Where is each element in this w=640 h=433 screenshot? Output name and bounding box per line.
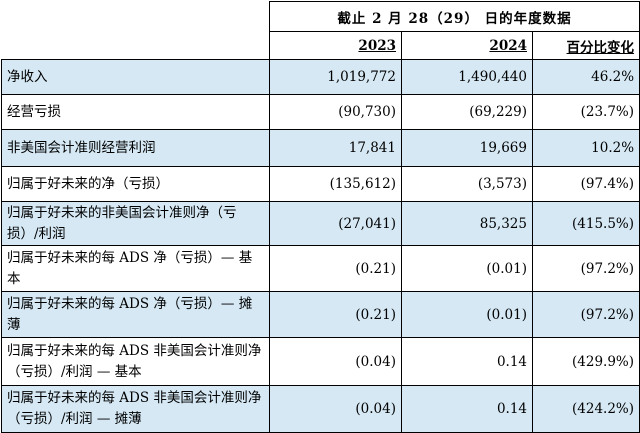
table-row: 归属于好未来的每 ADS 非美国会计准则净（亏损）/利润 — 基本 (0.04) 0… [1,337,640,386]
value-2024: 0.14 [401,385,533,433]
table-row: 经营亏损 (90,730) (69,229) (23.7%) [1,94,640,130]
row-label: 归属于好未来的每 ADS 非美国会计准则净（亏损）/利润 — 基本 [1,337,270,386]
value-pct-change: 10.2% [531,129,640,167]
value-2024: 19,669 [401,129,533,167]
table-row: 归属于好未来的每 ADS 净（亏损）— 基本 (0.21) (0.01) (97.2%… [1,245,640,292]
value-2024: (0.01) [401,291,533,338]
value-2023: (90,730) [269,94,402,130]
value-2024: 1,490,440 [401,59,533,95]
row-label: 净收入 [1,59,270,95]
header-corner [1,1,270,32]
table-row: 净收入 1,019,772 1,490,440 46.2% [1,59,640,95]
value-pct-change: (97.2%) [531,245,640,292]
value-pct-change: (97.4%) [531,166,640,202]
value-2023: 17,841 [269,129,402,167]
table-row: 归属于好未来的每 ADS 非美国会计准则净（亏损）/利润 — 摊薄 (0.04) 0… [1,385,640,433]
value-2024: (69,229) [401,94,533,130]
header-row-columns: 2023 2024 百分比变化 [1,31,640,60]
value-2024: (3,573) [401,166,533,202]
table-row: 归属于好未来的每 ADS 净（亏损）— 摊薄 (0.21) (0.01) (97.2%… [1,291,640,338]
value-pct-change: (429.9%) [531,337,640,386]
table-body: 净收入 1,019,772 1,490,440 46.2% 经营亏损 (90,730) (6… [1,59,640,433]
value-pct-change: (97.2%) [531,291,640,338]
header-corner-lower [1,31,270,60]
value-2023: (0.21) [269,291,402,338]
row-label: 归属于好未来的非美国会计准则净（亏损）/利润 [1,201,270,246]
header-row-period: 截止 2 月 28（29） 日的年度数据 [1,1,640,32]
value-pct-change: (23.7%) [531,94,640,130]
value-2023: (0.04) [269,385,402,433]
row-label: 归属于好未来的净（亏损） [1,166,270,202]
table-row: 归属于好未来的净（亏损） (135,612) (3,573) (97.4%) [1,166,640,202]
period-header: 截止 2 月 28（29） 日的年度数据 [268,1,640,32]
value-2023: (135,612) [269,166,402,202]
value-pct-change: (415.5%) [531,201,640,246]
row-label: 非美国会计准则经营利润 [1,129,270,167]
value-pct-change: (424.2%) [531,385,640,433]
financial-summary-table: 截止 2 月 28（29） 日的年度数据 2023 2024 百分比变化 净收入… [1,1,640,433]
value-2023: (27,041) [269,201,402,246]
row-label: 经营亏损 [1,94,270,130]
value-2024: 0.14 [401,337,533,386]
row-label: 归属于好未来的每 ADS 净（亏损）— 基本 [1,245,270,292]
value-pct-change: 46.2% [531,59,640,95]
table-row: 归属于好未来的非美国会计准则净（亏损）/利润 (27,041) 85,325 (415… [1,201,640,246]
value-2023: 1,019,772 [269,59,402,95]
column-header-2024: 2024 [401,31,533,60]
value-2023: (0.04) [269,337,402,386]
column-header-pct-change: 百分比变化 [531,31,640,60]
column-header-2023: 2023 [269,31,402,60]
value-2023: (0.21) [269,245,402,292]
table-row: 非美国会计准则经营利润 17,841 19,669 10.2% [1,129,640,167]
row-label: 归属于好未来的每 ADS 非美国会计准则净（亏损）/利润 — 摊薄 [1,385,270,433]
value-2024: (0.01) [401,245,533,292]
value-2024: 85,325 [401,201,533,246]
row-label: 归属于好未来的每 ADS 净（亏损）— 摊薄 [1,291,270,338]
